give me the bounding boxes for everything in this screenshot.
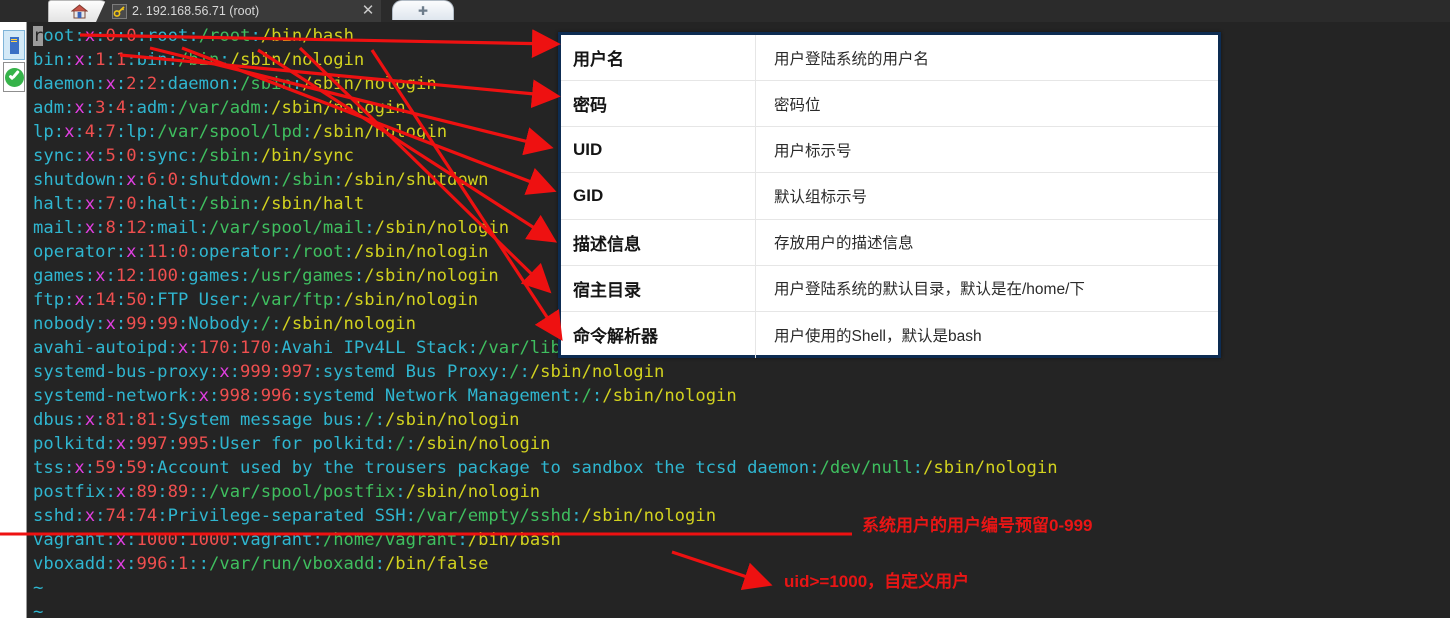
terminal-line: postfix:x:89:89::/var/spool/postfix:/sbi…	[33, 482, 541, 502]
table-row: UID 用户标示号	[561, 127, 1218, 174]
table-cell-meaning: 存放用户的描述信息	[774, 235, 914, 253]
tab-title: 2. 192.168.56.71 (root)	[132, 4, 260, 18]
table-cell-meaning: 密码位	[774, 96, 821, 114]
tab-bar: 2. 192.168.56.71 (root) ✕ ✚	[0, 0, 1450, 22]
table-row: 描述信息 存放用户的描述信息	[561, 219, 1218, 266]
table-cell-meaning: 用户标示号	[774, 142, 852, 160]
passwd-field-reference-table: 用户名 用户登陆系统的用户名 密码 密码位 UID 用户标示号 GID 默认组标示号 描述信息存…	[558, 32, 1221, 358]
table-cell-meaning: 用户登陆系统的用户名	[774, 50, 930, 68]
table-cell-meaning: 用户登陆系统的默认目录，默认是在/home/下	[774, 281, 1085, 299]
table-cell-field: 宿主目录	[561, 265, 756, 311]
tab-active-session[interactable]: 2. 192.168.56.71 (root)	[96, 0, 381, 22]
table-cell-field: 描述信息	[561, 219, 756, 265]
table-row: 密码 密码位	[561, 81, 1218, 128]
table-cell-meaning: 用户使用的Shell，默认是bash	[774, 327, 982, 345]
server-icon	[9, 36, 19, 54]
sidebar-item-connection-status[interactable]	[3, 62, 25, 92]
key-icon	[112, 3, 127, 19]
terminal-eof-marker: ~	[33, 602, 44, 618]
table-cell-field: 用户名	[561, 35, 756, 81]
home-icon	[70, 4, 88, 19]
terminal-line: polkitd:x:997:995:User for polkitd:/:/sb…	[33, 434, 551, 454]
table-cell-field: UID	[561, 127, 756, 173]
close-icon[interactable]: ✕	[360, 3, 376, 19]
sidebar-item-server-manager[interactable]	[3, 30, 25, 60]
table-row: 宿主目录 用户登陆系统的默认目录，默认是在/home/下	[561, 265, 1218, 312]
terminal-line: tss:x:59:59:Account used by the trousers…	[33, 458, 1058, 478]
table-row: 命令解析器 用户使用的Shell，默认是bash	[561, 311, 1218, 358]
check-circle-icon	[4, 67, 24, 87]
table-cell-field: GID	[561, 173, 756, 219]
table-cell-meaning: 默认组标示号	[774, 188, 868, 206]
table-cell-field: 命令解析器	[561, 311, 756, 358]
annotation-system-users: 系统用户的用户编号预留0-999	[862, 516, 1093, 535]
screen-root: 2. 192.168.56.71 (root) ✕ ✚ root:x:0:0:r…	[0, 0, 1450, 618]
terminal-line: dbus:x:81:81:System message bus:/:/sbin/…	[33, 410, 520, 430]
terminal-line: systemd-bus-proxy:x:999:997:systemd Bus …	[33, 362, 665, 382]
table-row: 用户名 用户登陆系统的用户名	[561, 35, 1218, 82]
sidebar	[0, 22, 27, 618]
terminal-line: systemd-network:x:998:996:systemd Networ…	[33, 386, 737, 406]
table-cell-field: 密码	[561, 81, 756, 127]
table-row: GID 默认组标示号	[561, 173, 1218, 220]
new-tab-button[interactable]: ✚	[392, 0, 454, 20]
annotation-custom-users: uid>=1000，自定义用户	[784, 572, 970, 591]
